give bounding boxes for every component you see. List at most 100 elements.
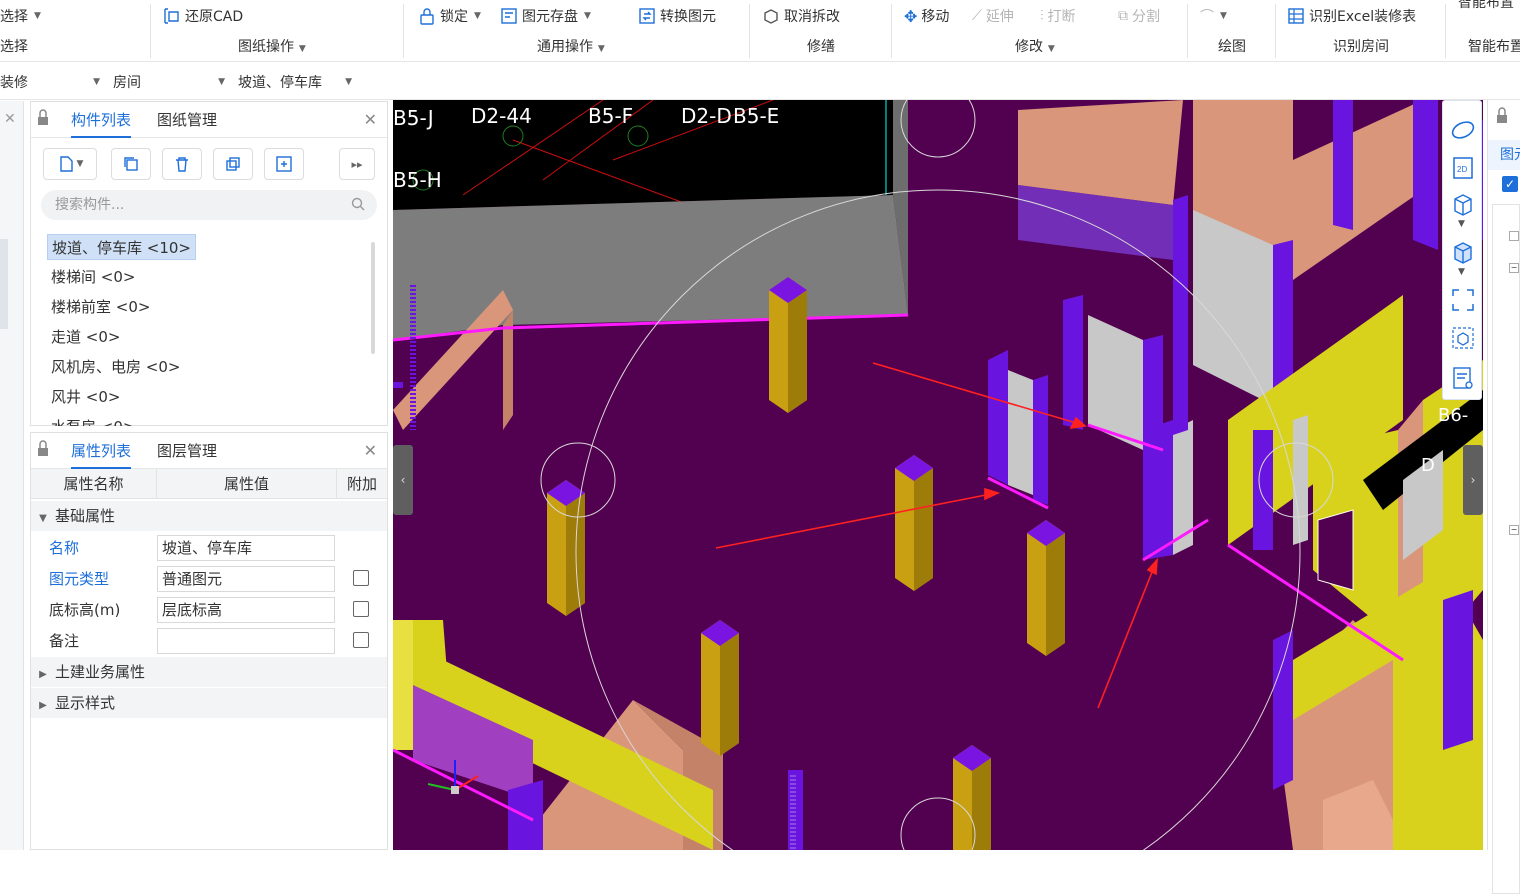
chevron-down-icon: ▼ [345, 77, 352, 87]
group-basic-properties[interactable]: ▼ 基础属性 [31, 501, 387, 531]
move-icon: ✥ [904, 6, 918, 26]
component-combo-value: 坡道、停车库 [238, 75, 322, 91]
list-settings-icon[interactable] [1450, 365, 1476, 391]
list-item[interactable]: 楼梯间 <0> [47, 264, 139, 290]
split-icon: ⧉ [1118, 8, 1128, 24]
list-item[interactable]: 风井 <0> [47, 384, 124, 410]
list-item[interactable]: 风机房、电房 <0> [47, 354, 184, 380]
axis-label: D2-44 [471, 104, 532, 128]
general-ops-group[interactable]: 通用操作 ▼ [537, 36, 605, 56]
modify-group[interactable]: 修改 ▼ [1015, 36, 1055, 56]
cancel-split-button[interactable]: 取消拆改 [762, 6, 840, 26]
drawing-ops-group[interactable]: 图纸操作 ▼ [238, 36, 306, 56]
tree-node-toggle[interactable]: − [1509, 525, 1519, 535]
pin-icon[interactable] [1496, 106, 1508, 126]
selection-box-icon[interactable] [1450, 325, 1476, 351]
tab-layer-management[interactable]: 图层管理 [157, 433, 217, 469]
chevron-right-icon: ▶ [39, 700, 47, 711]
tree-node-toggle[interactable] [1509, 231, 1519, 241]
category-combo[interactable]: 装修 ▼ [0, 69, 106, 95]
pin-icon[interactable] [37, 439, 49, 459]
ribbon-separator [150, 4, 151, 58]
select-dropdown[interactable]: 选择 ▼ [0, 6, 41, 26]
lock-button[interactable]: 锁定 ▼ [418, 6, 481, 26]
layers-copy-icon [226, 157, 240, 171]
element-tree: − − [1492, 204, 1520, 894]
collapse-left-button[interactable]: ‹ [393, 445, 413, 515]
extra-checkbox[interactable] [353, 570, 369, 586]
duplicate-layer-button[interactable] [213, 148, 253, 180]
component-combo[interactable]: 坡道、停车库 ▼ [238, 69, 358, 95]
smart-layout-button[interactable]: 智能布置 [1458, 0, 1514, 12]
extra-checkbox[interactable] [353, 632, 369, 648]
list-scrollbar[interactable] [371, 242, 375, 354]
close-icon[interactable]: ✕ [4, 111, 16, 127]
split-button[interactable]: ⧉ 分割 [1118, 6, 1160, 26]
move-button[interactable]: ✥ 移动 [904, 6, 949, 26]
3d-scene[interactable] [393, 100, 1483, 850]
tab-drawing-management[interactable]: 图纸管理 [157, 102, 217, 138]
extra-checkbox[interactable] [353, 601, 369, 617]
group-civil-properties[interactable]: ▶ 土建业务属性 [31, 657, 387, 687]
property-name: 图元类型 [49, 570, 110, 588]
axis-label: B5-H [393, 168, 442, 192]
close-icon[interactable]: ✕ [364, 110, 377, 129]
checked-checkbox[interactable]: ✓ [1502, 176, 1518, 192]
list-item[interactable]: 楼梯前室 <0> [47, 294, 154, 320]
tab-property-list[interactable]: 属性列表 [71, 433, 132, 469]
search-icon[interactable] [351, 197, 365, 211]
property-value-field[interactable]: 坡道、停车库 [157, 535, 335, 561]
ribbon-separator [891, 4, 892, 58]
restore-cad-icon [164, 8, 179, 24]
orbit-icon[interactable] [1450, 117, 1476, 143]
delete-component-button[interactable] [162, 148, 202, 180]
list-item[interactable]: 走道 <0> [47, 324, 124, 350]
cube-view-icon[interactable] [1450, 191, 1476, 217]
drawing-ops-label: 图纸操作 [238, 39, 294, 55]
tab-elements[interactable]: 图元 [1488, 140, 1520, 170]
property-row-name: 名称 坡道、停车库 [31, 532, 387, 563]
fit-view-icon[interactable] [1450, 287, 1476, 313]
group-display-style[interactable]: ▶ 显示样式 [31, 688, 387, 718]
copy-component-button[interactable] [111, 148, 151, 180]
break-icon: ⫶ [1040, 8, 1044, 24]
pin-icon[interactable] [37, 108, 49, 128]
chevron-down-icon: ▼ [1045, 44, 1055, 54]
tree-node-toggle[interactable]: − [1509, 263, 1519, 273]
draw-arc-button[interactable]: ⌒ ▼ [1200, 6, 1227, 26]
save-elements-icon [501, 8, 517, 24]
view-2d-icon[interactable]: 2D [1450, 155, 1476, 181]
type-combo[interactable]: 房间 ▼ [113, 69, 231, 95]
close-icon[interactable]: ✕ [364, 441, 377, 460]
restore-cad-label: 还原CAD [185, 9, 244, 25]
double-chevron-right-icon: ▸▸ [351, 157, 363, 171]
search-input[interactable]: 搜索构件... [41, 190, 377, 220]
property-value-field[interactable]: 层底标高 [157, 597, 335, 623]
convert-elements-icon [639, 8, 655, 24]
more-tools-button[interactable]: ▸▸ [339, 148, 375, 180]
convert-elements-button[interactable]: 转换图元 [638, 6, 716, 26]
property-value-field[interactable] [157, 628, 335, 654]
restore-cad-button[interactable]: 还原CAD [163, 6, 243, 26]
chevron-down-icon[interactable]: ▼ [1458, 219, 1465, 229]
list-item[interactable]: 水泵房 <0> [47, 414, 139, 426]
new-component-button[interactable]: ▼ [43, 148, 97, 180]
property-value-field[interactable]: 普通图元 [157, 566, 335, 592]
list-item[interactable]: 坡道、停车库 <10> [47, 234, 196, 260]
save-elements-button[interactable]: 图元存盘 ▼ [500, 6, 591, 26]
strip-scroll-thumb[interactable] [0, 239, 8, 329]
extend-button[interactable]: ⟋ 延伸 [972, 6, 1014, 26]
tab-component-list[interactable]: 构件列表 [71, 102, 132, 138]
chevron-down-icon: ▼ [218, 77, 225, 87]
identify-excel-button[interactable]: 识别Excel装修表 [1287, 6, 1416, 26]
col-property-name: 属性名称 [31, 469, 157, 499]
3d-viewport[interactable]: B5-J D2-44 B5-F D2-D B5-E B5-H B6- D [393, 100, 1483, 850]
break-button[interactable]: ⫶ 打断 [1040, 6, 1076, 26]
collapse-right-button[interactable]: › [1463, 445, 1483, 515]
chevron-left-icon: ‹ [400, 473, 406, 487]
chevron-down-icon[interactable]: ▼ [1458, 267, 1465, 277]
cube-solid-icon[interactable] [1450, 239, 1476, 265]
axis-label: B5-E [733, 104, 780, 128]
repair-group-label: 修缮 [807, 39, 835, 55]
import-component-button[interactable] [264, 148, 304, 180]
